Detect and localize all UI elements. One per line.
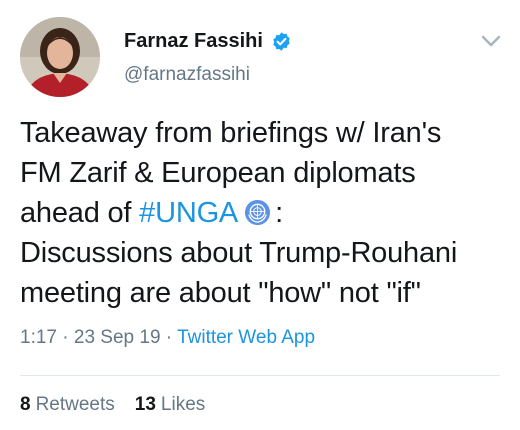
tweet-date[interactable]: 23 Sep 19: [74, 327, 161, 348]
likes-label: Likes: [160, 394, 206, 415]
display-name[interactable]: Farnaz Fassihi: [124, 30, 263, 53]
chevron-down-icon[interactable]: [480, 34, 502, 48]
tweet-meta: 1:17 · 23 Sep 19 · Twitter Web App: [20, 327, 315, 349]
tweet-text: Takeaway from briefings w/ Iran's FM Zar…: [20, 113, 505, 313]
tweet-text-line: Discussions about Trump-Rouhani: [20, 237, 458, 269]
un-emblem-icon: [245, 199, 271, 226]
avatar[interactable]: [20, 17, 100, 97]
tweet-source-link[interactable]: Twitter Web App: [177, 327, 315, 348]
author-name-row[interactable]: Farnaz Fassihi: [124, 30, 292, 53]
verified-badge-icon: [273, 32, 290, 51]
profile-photo: [20, 17, 100, 97]
tweet-stats: 8 Retweets 13 Likes: [20, 394, 205, 416]
divider: [20, 375, 500, 376]
likes-stat[interactable]: 13 Likes: [135, 394, 206, 416]
meta-separator: ·: [160, 327, 178, 348]
meta-separator: ·: [56, 327, 74, 348]
tweet-text-line: FM Zarif & European diplomats: [20, 157, 416, 189]
tweet-card: Farnaz Fassihi @farnazfassihi Takeaway f…: [0, 0, 520, 430]
retweets-label: Retweets: [35, 394, 115, 415]
author-handle[interactable]: @farnazfassihi: [124, 64, 250, 86]
retweets-stat[interactable]: 8 Retweets: [20, 394, 115, 416]
tweet-text-fragment: ahead of: [20, 197, 140, 229]
tweet-text-line: meeting are about "how" not "if": [20, 277, 421, 309]
tweet-text-fragment: :: [275, 197, 283, 229]
hashtag-link[interactable]: #UNGA: [139, 197, 238, 229]
retweets-count: 8: [20, 394, 31, 415]
likes-count: 13: [134, 394, 156, 415]
tweet-time[interactable]: 1:17: [20, 327, 57, 348]
tweet-text-line: Takeaway from briefings w/ Iran's: [20, 117, 442, 149]
tweet-text-line: ahead of #UNGA :: [20, 193, 505, 233]
